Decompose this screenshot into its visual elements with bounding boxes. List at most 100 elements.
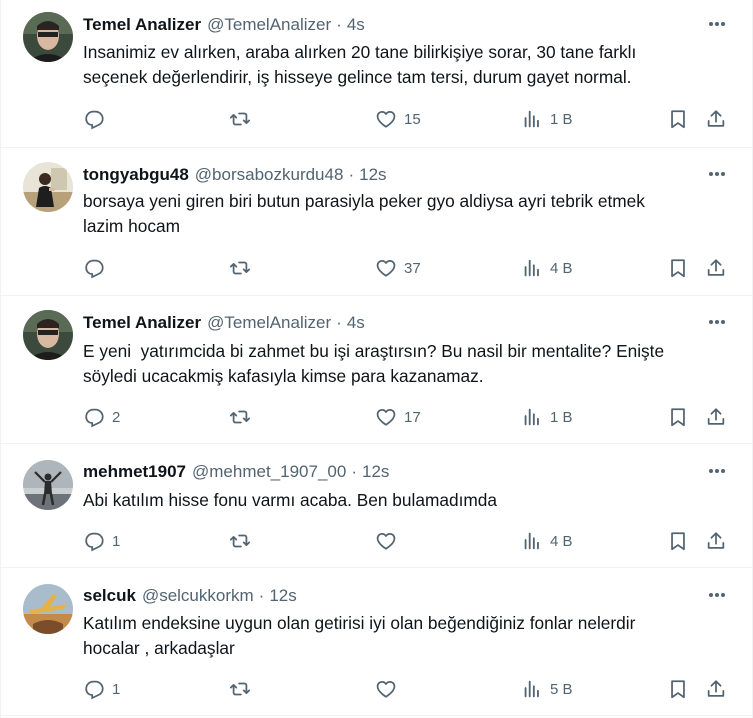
timestamp[interactable]: 4s <box>347 15 365 35</box>
bookmark-button[interactable] <box>667 528 689 554</box>
tweet-text: Katılım endeksine uygun olan getirisi iy… <box>83 611 723 661</box>
author-name[interactable]: selcuk <box>83 586 136 606</box>
retweet-button[interactable] <box>229 528 251 554</box>
tweet[interactable]: mehmet1907 @mehmet_1907_00 · 12s Abi kat… <box>1 444 752 568</box>
reply-button[interactable] <box>83 106 112 132</box>
timestamp[interactable]: 12s <box>362 462 389 482</box>
reply-count: 1 <box>112 532 121 550</box>
reply-button[interactable] <box>83 255 112 281</box>
retweet-button[interactable] <box>229 106 251 132</box>
views-count: 1 B <box>550 408 573 426</box>
bookmark-button[interactable] <box>667 255 689 281</box>
author-name[interactable]: Temel Analizer <box>83 313 201 333</box>
tweet-text: Abi katılım hisse fonu varmı acaba. Ben … <box>83 488 723 513</box>
avatar[interactable] <box>23 12 73 62</box>
more-icon[interactable] <box>706 164 728 184</box>
tweet-text-line: lazim hocam <box>83 216 180 236</box>
reply-button[interactable]: 2 <box>83 404 120 430</box>
more-icon[interactable] <box>706 461 728 481</box>
share-icon <box>707 680 725 697</box>
tweet[interactable]: Temel Analizer @TemelAnalizer · 4s E yen… <box>1 296 752 444</box>
tweet-header: Temel Analizer @TemelAnalizer · 4s <box>83 312 365 334</box>
retweet-icon <box>229 682 251 696</box>
avatar[interactable] <box>23 310 73 360</box>
views-button[interactable]: 4 B <box>521 528 573 554</box>
action-bar: 1 4 B <box>83 528 733 554</box>
like-button[interactable]: 37 <box>375 255 421 281</box>
tweet-header: mehmet1907 @mehmet_1907_00 · 12s <box>83 461 389 483</box>
retweet-icon <box>229 410 251 424</box>
share-icon <box>707 408 725 425</box>
share-button[interactable] <box>705 676 727 702</box>
reply-icon <box>85 259 104 279</box>
share-icon <box>707 110 725 127</box>
more-icon[interactable] <box>706 312 728 332</box>
reply-icon <box>85 680 104 700</box>
action-bar: 2 17 1 B <box>83 404 733 430</box>
tweet[interactable]: tongyabgu48 @borsabozkurdu48 · 12s borsa… <box>1 148 752 296</box>
views-icon <box>524 259 539 277</box>
views-count: 4 B <box>550 532 573 550</box>
tweet-text-line: hocalar , arkadaşlar <box>83 638 235 658</box>
views-icon <box>524 408 539 426</box>
share-button[interactable] <box>705 106 727 132</box>
avatar[interactable] <box>23 460 73 510</box>
author-handle[interactable]: @TemelAnalizer <box>207 313 331 333</box>
tweet-text: borsaya yeni giren biri butun parasiyla … <box>83 189 723 239</box>
author-handle[interactable]: @TemelAnalizer <box>207 15 331 35</box>
like-count: 37 <box>404 259 421 277</box>
reply-button[interactable]: 1 <box>83 676 120 702</box>
views-button[interactable]: 5 B <box>521 676 573 702</box>
tweet-text-line: Insanimiz ev alırken, araba alırken 20 t… <box>83 42 637 62</box>
reply-count: 1 <box>112 680 121 698</box>
views-button[interactable]: 1 B <box>521 404 573 430</box>
author-name[interactable]: mehmet1907 <box>83 462 186 482</box>
author-handle[interactable]: @mehmet_1907_00 <box>192 462 346 482</box>
author-handle[interactable]: @borsabozkurdu48 <box>195 165 344 185</box>
author-name[interactable]: Temel Analizer <box>83 15 201 35</box>
author-name[interactable]: tongyabgu48 <box>83 165 189 185</box>
tweet-header: tongyabgu48 @borsabozkurdu48 · 12s <box>83 164 387 186</box>
like-button[interactable] <box>375 528 404 554</box>
tweet-text: E yeni yatırımcida bi zahmet bu işi araş… <box>83 339 723 389</box>
bookmark-button[interactable] <box>667 106 689 132</box>
timestamp[interactable]: 4s <box>347 313 365 333</box>
like-button[interactable]: 15 <box>375 106 421 132</box>
like-button[interactable]: 17 <box>375 404 421 430</box>
like-icon <box>376 110 396 128</box>
separator-dot: · <box>348 165 355 184</box>
share-icon <box>707 532 725 549</box>
retweet-button[interactable] <box>229 255 251 281</box>
retweet-button[interactable] <box>229 676 251 702</box>
author-handle[interactable]: @selcukkorkm <box>142 586 254 606</box>
reply-icon <box>85 110 104 130</box>
views-icon <box>524 680 539 698</box>
views-count: 1 B <box>550 110 573 128</box>
tweet[interactable]: selcuk @selcukkorkm · 12s Katılım endeks… <box>1 568 752 716</box>
like-icon <box>376 680 396 698</box>
tweet[interactable]: Temel Analizer @TemelAnalizer · 4s Insan… <box>1 0 752 148</box>
views-count: 4 B <box>550 259 573 277</box>
reply-button[interactable]: 1 <box>83 528 120 554</box>
timestamp[interactable]: 12s <box>359 165 386 185</box>
reply-icon <box>85 532 104 552</box>
like-icon <box>376 532 396 550</box>
tweet-text: Insanimiz ev alırken, araba alırken 20 t… <box>83 40 723 90</box>
like-button[interactable] <box>375 676 404 702</box>
share-button[interactable] <box>705 404 727 430</box>
action-bar: 15 1 B <box>83 106 733 132</box>
bookmark-button[interactable] <box>667 404 689 430</box>
bookmark-button[interactable] <box>667 676 689 702</box>
views-count: 5 B <box>550 680 573 698</box>
avatar[interactable] <box>23 162 73 212</box>
more-icon[interactable] <box>706 585 728 605</box>
avatar[interactable] <box>23 584 73 634</box>
timestamp[interactable]: 12s <box>269 586 296 606</box>
views-button[interactable]: 1 B <box>521 106 573 132</box>
share-button[interactable] <box>705 255 727 281</box>
share-button[interactable] <box>705 528 727 554</box>
views-button[interactable]: 4 B <box>521 255 573 281</box>
retweet-button[interactable] <box>229 404 251 430</box>
more-icon[interactable] <box>706 14 728 34</box>
bookmark-icon <box>671 259 685 278</box>
